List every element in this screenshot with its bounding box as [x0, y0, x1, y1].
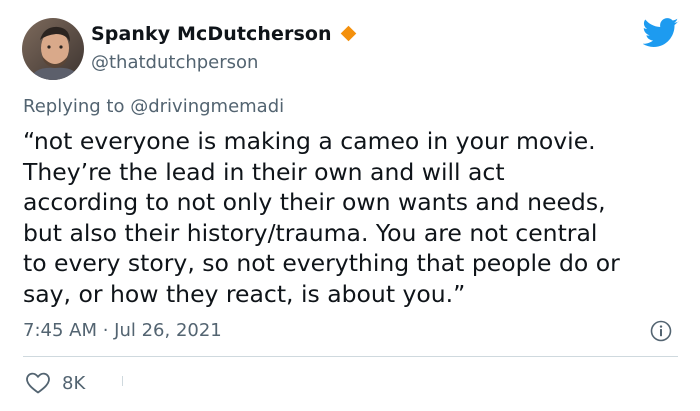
tweet-text: “not everyone is making a cameo in your … [23, 126, 683, 309]
like-count[interactable]: 8K [62, 373, 85, 394]
tweet-line: to every story, so not everything that p… [23, 249, 620, 277]
twitter-bird-icon[interactable] [643, 18, 679, 48]
author-handle[interactable]: @thatdutchperson [91, 52, 258, 73]
info-icon[interactable] [650, 320, 672, 342]
divider [23, 356, 678, 357]
reply-mention-link[interactable]: @drivingmemadi [130, 96, 284, 117]
action-separator [122, 376, 123, 386]
avatar-photo [22, 18, 84, 80]
tweet-line: They’re the lead in their own and will a… [23, 157, 505, 186]
heart-icon[interactable] [25, 371, 51, 395]
author-name[interactable]: Spanky McDutcherson [91, 23, 332, 45]
tweet-line: according to not only their own wants an… [23, 188, 606, 216]
tweet-line: say, or how they react, is about you.” [23, 279, 466, 308]
replying-prefix: Replying to [23, 96, 125, 117]
tweet-timestamp[interactable]: 7:45 AM · Jul 26, 2021 [23, 320, 222, 341]
tweet-line: but also their history/trauma. You are n… [23, 218, 598, 247]
tweet-line: “not everyone is making a cameo in your … [23, 127, 596, 155]
replying-to: Replying to @drivingmemadi [23, 96, 284, 117]
tweet-card: Spanky McDutcherson @thatdutchperson Rep… [0, 0, 700, 411]
avatar[interactable] [22, 18, 84, 80]
verified-badge-icon [340, 25, 357, 42]
